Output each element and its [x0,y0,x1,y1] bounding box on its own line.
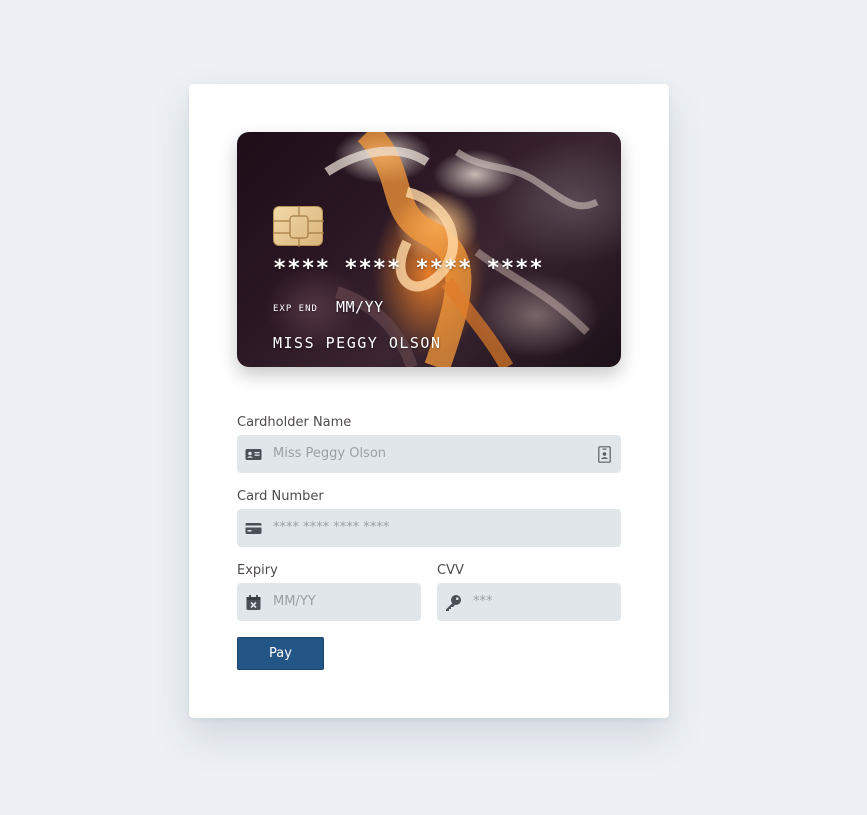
payment-panel: **** **** **** **** EXP END MM/YY MISS P… [189,84,669,718]
key-icon [446,595,461,611]
cvv-field[interactable]: *** [437,583,621,621]
calendar-icon [246,595,261,610]
contact-card-icon[interactable] [598,446,611,463]
card-exp-label: EXP END [273,304,318,314]
credit-card-icon [245,523,262,534]
expiry-placeholder: MM/YY [273,594,316,609]
card-number-label: Card Number [237,489,324,504]
cardholder-placeholder: Miss Peggy Olson [273,446,387,461]
card-number-field[interactable]: **** **** **** **** [237,509,621,547]
card-background-art [324,132,599,367]
credit-card-preview: **** **** **** **** EXP END MM/YY MISS P… [237,132,621,367]
card-exp-value: MM/YY [336,298,384,316]
id-card-icon [245,449,262,460]
cardholder-field[interactable]: Miss Peggy Olson [237,435,621,473]
cvv-placeholder: *** [473,594,493,609]
card-number-display: **** **** **** **** [273,256,544,281]
expiry-field[interactable]: MM/YY [237,583,421,621]
pay-button[interactable]: Pay [237,637,324,670]
cvv-label: CVV [437,563,464,578]
cardholder-label: Cardholder Name [237,415,352,430]
card-holder-name: MISS PEGGY OLSON [273,334,442,352]
chip-icon [274,207,324,247]
expiry-label: Expiry [237,563,278,578]
card-chip [273,206,324,247]
card-number-placeholder: **** **** **** **** [273,520,390,535]
